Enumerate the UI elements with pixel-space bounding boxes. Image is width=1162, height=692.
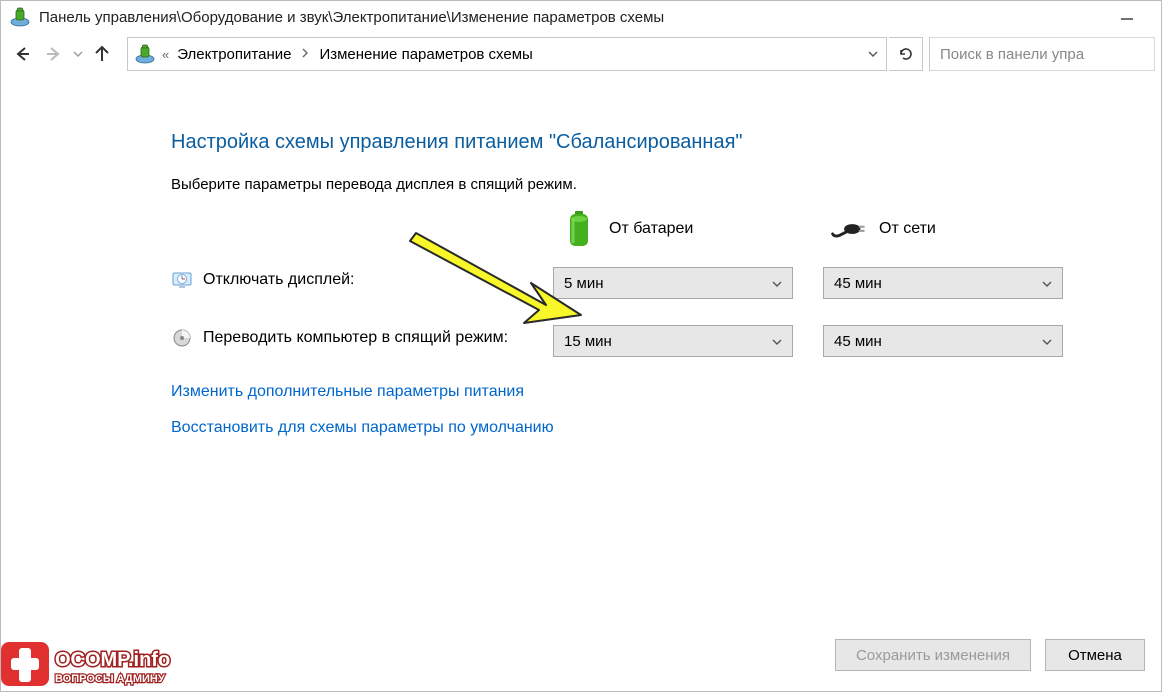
select-sleep-battery[interactable]: 15 мин bbox=[553, 325, 793, 357]
links-section: Изменить дополнительные параметры питани… bbox=[171, 383, 1131, 437]
column-battery-label: От батареи bbox=[609, 220, 693, 238]
select-display-off-battery[interactable]: 5 мин bbox=[553, 267, 793, 299]
select-value: 5 мин bbox=[564, 275, 604, 292]
up-button[interactable] bbox=[87, 39, 117, 69]
column-plugged-label: От сети bbox=[879, 220, 936, 238]
footer-buttons: Сохранить изменения Отмена bbox=[835, 627, 1145, 683]
link-restore-defaults[interactable]: Восстановить для схемы параметры по умол… bbox=[171, 419, 1131, 437]
column-headers: От батареи От сети bbox=[561, 211, 1131, 247]
column-battery: От батареи bbox=[561, 211, 831, 247]
page-subtitle: Выберите параметры перевода дисплея в сп… bbox=[171, 176, 1131, 193]
chevron-down-icon bbox=[1042, 333, 1052, 350]
refresh-button[interactable] bbox=[889, 37, 923, 71]
row-sleep-label: Переводить компьютер в спящий режим: bbox=[203, 325, 553, 347]
back-button[interactable] bbox=[7, 39, 37, 69]
plug-icon bbox=[831, 211, 867, 247]
link-advanced-power-settings[interactable]: Изменить дополнительные параметры питани… bbox=[171, 383, 1131, 401]
page-title: Настройка схемы управления питанием "Сба… bbox=[171, 131, 1131, 154]
power-options-icon bbox=[134, 43, 156, 65]
monitor-icon bbox=[171, 269, 193, 291]
search-box[interactable] bbox=[929, 37, 1155, 71]
sleep-icon bbox=[171, 327, 193, 349]
select-value: 45 мин bbox=[834, 275, 882, 292]
cancel-button[interactable]: Отмена bbox=[1045, 639, 1145, 671]
row-sleep: Переводить компьютер в спящий режим: 15 … bbox=[171, 325, 1131, 357]
watermark-line1: OCOMP.info bbox=[55, 649, 170, 671]
row-display-off: Отключать дисплей: 5 мин 45 мин bbox=[171, 267, 1131, 299]
window-title: Панель управления\Оборудование и звук\Эл… bbox=[39, 9, 664, 26]
chevron-down-icon bbox=[772, 333, 782, 350]
battery-icon bbox=[561, 211, 597, 247]
window-titlebar: Панель управления\Оборудование и звук\Эл… bbox=[1, 1, 1161, 33]
address-dropdown[interactable] bbox=[860, 38, 886, 70]
breadcrumb-item[interactable]: Электропитание bbox=[175, 46, 293, 63]
column-plugged: От сети bbox=[831, 211, 1101, 247]
navigation-bar: « Электропитание Изменение параметров сх… bbox=[1, 33, 1161, 75]
power-options-icon bbox=[9, 6, 31, 28]
breadcrumb-overflow-icon[interactable]: « bbox=[162, 47, 169, 62]
content-area: Настройка схемы управления питанием "Сба… bbox=[171, 131, 1131, 455]
watermark-line2: ВОПРОСЫ АДМИНУ bbox=[55, 673, 165, 685]
forward-button[interactable] bbox=[39, 39, 69, 69]
save-button[interactable]: Сохранить изменения bbox=[835, 639, 1031, 671]
minimize-button[interactable] bbox=[1107, 9, 1147, 29]
select-value: 45 мин bbox=[834, 333, 882, 350]
history-dropdown[interactable] bbox=[71, 49, 85, 59]
watermark-badge: OCOMP.info ВОПРОСЫ АДМИНУ bbox=[1, 632, 221, 691]
chevron-down-icon bbox=[772, 275, 782, 292]
control-panel-window: Панель управления\Оборудование и звук\Эл… bbox=[0, 0, 1162, 692]
breadcrumb-item[interactable]: Изменение параметров схемы bbox=[317, 46, 534, 63]
chevron-right-icon[interactable] bbox=[293, 47, 317, 61]
select-value: 15 мин bbox=[564, 333, 612, 350]
select-display-off-plugged[interactable]: 45 мин bbox=[823, 267, 1063, 299]
search-input[interactable] bbox=[940, 46, 1144, 63]
select-sleep-plugged[interactable]: 45 мин bbox=[823, 325, 1063, 357]
address-bar[interactable]: « Электропитание Изменение параметров сх… bbox=[127, 37, 887, 71]
row-display-off-label: Отключать дисплей: bbox=[203, 267, 553, 289]
chevron-down-icon bbox=[1042, 275, 1052, 292]
